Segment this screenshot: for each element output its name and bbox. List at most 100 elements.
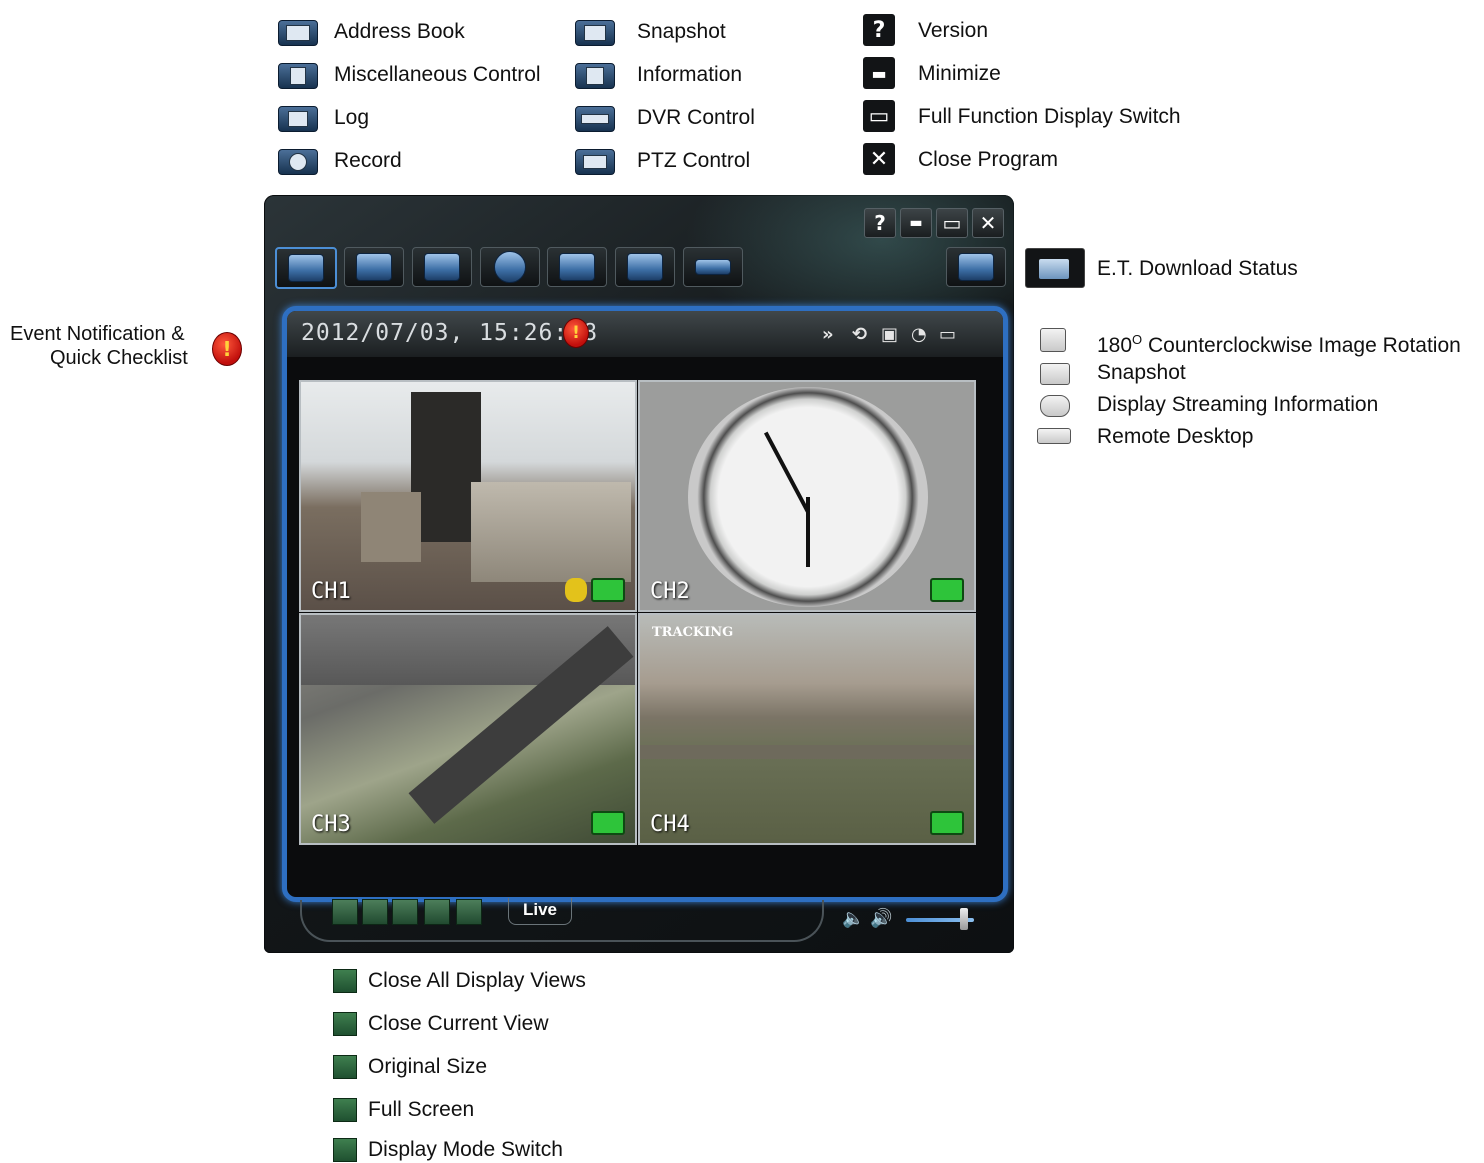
original-size-button[interactable] xyxy=(392,899,418,925)
motion-icon xyxy=(565,578,587,602)
record-status-icon xyxy=(591,578,625,602)
close-all-views-icon xyxy=(333,969,357,993)
boxes xyxy=(471,482,631,582)
information-icon xyxy=(575,63,615,89)
version-icon: ? xyxy=(863,14,895,46)
volume-icon[interactable]: 🔊 xyxy=(870,908,892,929)
legend-label: Minimize xyxy=(918,62,1001,85)
legend-label: Remote Desktop xyxy=(1097,425,1254,448)
legend-label: Display Streaming Information xyxy=(1097,393,1379,416)
streaming-info-icon[interactable]: ◔ xyxy=(911,324,931,345)
record-icon xyxy=(278,149,318,175)
full-screen-icon xyxy=(333,1098,357,1122)
bridge xyxy=(640,745,974,759)
misc-control-button[interactable] xyxy=(344,247,404,287)
information-button[interactable] xyxy=(615,247,675,287)
misc-control-icon xyxy=(278,63,318,89)
log-icon xyxy=(424,253,460,281)
rotate-icon[interactable]: ⟲ xyxy=(852,324,872,345)
rotation-label-sup: O xyxy=(1132,332,1143,347)
legend-label: Record xyxy=(334,149,402,172)
dvr-window: ? ▬ ▭ ✕ 2012/07/03, 15:26:18 ! » ⟲ ▣ ◔ ▭… xyxy=(264,195,1014,953)
channel-view-4[interactable]: TRACKING CH4 xyxy=(638,613,976,845)
volume-slider-thumb[interactable] xyxy=(959,908,968,930)
snapshot-icon xyxy=(559,253,595,281)
remote-desktop-icon[interactable]: ▭ xyxy=(939,324,959,345)
address-book-button[interactable] xyxy=(275,247,337,289)
camera-icon[interactable]: ▣ xyxy=(881,324,901,345)
channel-view-1[interactable]: CH1 xyxy=(299,380,637,612)
viewer-header: 2012/07/03, 15:26:18 ! » ⟲ ▣ ◔ ▭ xyxy=(287,311,1003,357)
dvr-control-button[interactable] xyxy=(683,247,743,287)
rotation-label: 180O Counterclockwise Image Rotation xyxy=(1097,327,1461,359)
cabinet xyxy=(361,492,421,562)
version-button[interactable]: ? xyxy=(864,208,896,238)
legend-label: PTZ Control xyxy=(637,149,751,172)
legend-label: Close Program xyxy=(918,148,1059,171)
event-notification-label-2: Quick Checklist xyxy=(50,347,188,369)
record-status-icon xyxy=(591,811,625,835)
snapshot-button[interactable] xyxy=(547,247,607,287)
full-screen-button[interactable] xyxy=(424,899,450,925)
snapshot-icon xyxy=(575,20,615,46)
legend-label: Close Current View xyxy=(368,1012,549,1035)
legend-label: Address Book xyxy=(334,20,465,43)
close-current-view-button[interactable] xyxy=(362,899,388,925)
legend-label: Snapshot xyxy=(637,20,726,43)
legend-label: Full Screen xyxy=(368,1098,475,1121)
close-current-view-icon xyxy=(333,1012,357,1036)
dvr-control-icon xyxy=(695,259,731,275)
address-book-icon xyxy=(288,254,324,282)
dvr-control-icon xyxy=(575,106,615,132)
original-size-icon xyxy=(333,1055,357,1079)
et-download-icon xyxy=(958,253,994,281)
tab-live[interactable]: Live xyxy=(508,898,572,925)
misc-control-icon xyxy=(356,253,392,281)
clock-hand-2 xyxy=(806,497,810,567)
legend-label: Original Size xyxy=(368,1055,488,1078)
legend-label: DVR Control xyxy=(637,106,755,129)
legend-label: Miscellaneous Control xyxy=(334,63,541,86)
mute-icon[interactable]: 🔈 xyxy=(842,908,864,929)
log-icon xyxy=(278,106,318,132)
legend-label: Close All Display Views xyxy=(368,969,586,992)
display-mode-switch-button[interactable] xyxy=(456,899,482,925)
timestamp: 2012/07/03, 15:26:18 xyxy=(301,320,598,346)
rotation-label-main: 180 xyxy=(1097,334,1133,357)
expand-icon[interactable]: » xyxy=(822,324,842,345)
streaming-info-icon xyxy=(1040,395,1070,417)
rotation-label-rest: Counterclockwise Image Rotation xyxy=(1142,334,1461,357)
log-button[interactable] xyxy=(412,247,472,287)
rotate-icon xyxy=(1040,328,1066,352)
full-function-icon: ▭ xyxy=(863,100,895,132)
legend-label: Snapshot xyxy=(1097,361,1186,384)
ptz-control-icon xyxy=(575,149,615,175)
et-download-button[interactable] xyxy=(946,247,1006,287)
legend-label: Display Mode Switch xyxy=(368,1138,563,1161)
record-icon xyxy=(494,251,526,283)
close-all-views-button[interactable] xyxy=(332,899,358,925)
full-function-switch-button[interactable]: ▭ xyxy=(936,208,968,238)
remote-desktop-icon xyxy=(1037,428,1071,444)
close-program-button[interactable]: ✕ xyxy=(972,208,1004,238)
close-icon: ✕ xyxy=(863,143,895,175)
event-alert-icon: ! xyxy=(212,332,242,366)
channel-label: CH4 xyxy=(650,812,690,837)
channel-view-3[interactable]: CH3 xyxy=(299,613,637,845)
record-status-icon xyxy=(930,811,964,835)
legend-label: Information xyxy=(637,63,743,86)
tracking-overlay: TRACKING xyxy=(652,625,734,640)
channel-label: CH2 xyxy=(650,579,690,604)
minimize-button[interactable]: ▬ xyxy=(900,208,932,238)
address-book-icon xyxy=(278,20,318,46)
event-notification-icon[interactable]: ! xyxy=(563,318,589,348)
channel-view-2[interactable]: CH2 xyxy=(638,380,976,612)
minimize-icon: ▬ xyxy=(863,57,895,89)
record-button[interactable] xyxy=(480,247,540,287)
legend-label: Full Function Display Switch xyxy=(918,105,1181,128)
event-notification-label-1: Event Notification & xyxy=(10,323,185,345)
display-mode-icon xyxy=(333,1138,357,1162)
record-status-icon xyxy=(930,578,964,602)
channel-label: CH1 xyxy=(311,579,351,604)
legend-label: Log xyxy=(334,106,370,129)
